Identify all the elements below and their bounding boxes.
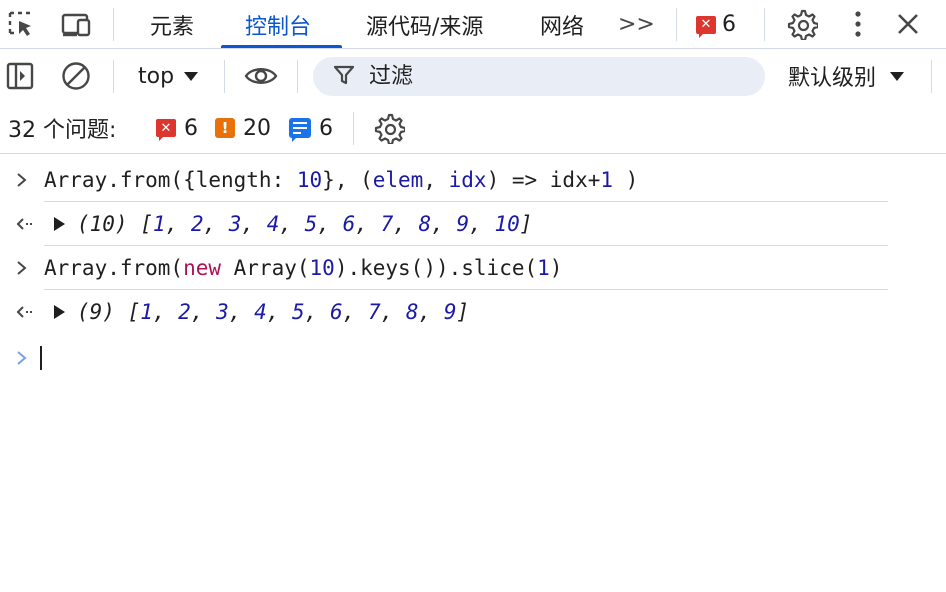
expand-triangle-icon[interactable] [54,217,65,231]
issues-bar: 32 个问题: ✕ 6 ! 20 6 [0,102,946,154]
console-result-row: (9) [1, 2, 3, 4, 5, 6, 7, 8, 9] [0,290,946,334]
error-count: 6 [722,12,736,37]
log-levels-label: 默认级别 [788,66,877,91]
result-return-arrow-icon [16,290,36,334]
filter-box[interactable] [313,57,765,96]
tab-sources[interactable]: 源代码/来源 [366,0,483,49]
issues-warnings-button[interactable]: ! 20 [215,102,271,154]
console-prompt[interactable] [0,334,946,382]
toolbar-separator [297,60,298,93]
error-icon: ✕ [156,119,176,141]
issues-errors-count: 6 [184,115,198,141]
toolbar-separator [224,60,225,93]
console-input-row: Array.from(new Array(10).keys()).slice(1… [0,246,946,290]
filter-funnel-icon [333,64,355,90]
issues-warnings-count: 20 [243,115,271,141]
prompt-chevron-icon [16,334,36,382]
toolbar-separator [931,60,932,93]
settings-gear-icon[interactable] [784,6,820,42]
tabbar-separator [113,8,114,41]
device-toolbar-icon[interactable] [58,6,94,42]
tab-elements[interactable]: 元素 [150,0,194,49]
more-options-icon[interactable] [840,6,876,42]
issues-count-label: 32 个问题: [8,118,117,143]
log-levels-dropdown[interactable]: 默认级别 [788,50,905,102]
warning-icon: ! [215,118,235,138]
issues-errors-button[interactable]: ✕ 6 [156,102,198,154]
console-result-text: (9) [1, 2, 3, 4, 5, 6, 7, 8, 9] [77,300,470,324]
console-input-code[interactable]: Array.from({length: 10}, (elem, idx) => … [44,168,638,192]
console-result-text: (10) [1, 2, 3, 4, 5, 6, 7, 8, 9, 10] [77,212,533,236]
chevron-down-icon [184,71,199,81]
tabbar-separator [676,8,677,41]
issues-info-button[interactable]: 6 [289,102,333,154]
active-tab-indicator [221,45,342,48]
tab-console[interactable]: 控制台 [245,0,311,49]
live-expression-eye-icon[interactable] [243,58,279,94]
console-toolbar: top 默认级别 [0,50,946,102]
console-result-array[interactable]: (10) [1, 2, 3, 4, 5, 6, 7, 8, 9, 10] [54,212,532,236]
console-input-row: Array.from({length: 10}, (elem, idx) => … [0,158,946,202]
text-cursor [40,346,42,370]
expand-triangle-icon[interactable] [54,305,65,319]
tabbar-separator [764,8,765,41]
close-icon[interactable] [890,6,926,42]
console-result-row: (10) [1, 2, 3, 4, 5, 6, 7, 8, 9, 10] [0,202,946,246]
result-return-arrow-icon [16,202,36,246]
error-count-badge[interactable]: ✕ 6 [696,0,736,49]
console-result-array[interactable]: (9) [1, 2, 3, 4, 5, 6, 7, 8, 9] [54,300,469,324]
input-chevron-icon [16,158,36,202]
tab-network[interactable]: 网络 [540,0,584,49]
more-tabs-button[interactable]: >> [618,0,655,49]
sidebar-toggle-icon[interactable] [2,58,38,94]
input-chevron-icon [16,246,36,290]
clear-console-icon[interactable] [58,58,94,94]
error-icon: ✕ [696,15,716,38]
context-label: top [138,63,175,89]
info-message-icon [289,118,311,142]
issues-separator [353,112,354,145]
chevron-down-icon [890,71,905,81]
issues-settings-gear-icon[interactable] [371,110,407,146]
context-selector[interactable]: top [138,50,199,102]
issues-info-count: 6 [319,115,333,141]
console-messages: Array.from({length: 10}, (elem, idx) => … [0,158,946,382]
filter-input[interactable] [369,64,729,89]
toolbar-separator [113,60,114,93]
inspect-element-icon[interactable] [3,6,39,42]
devtools-tabbar: 元素 控制台 源代码/来源 网络 >> ✕ 6 [0,0,946,49]
console-input-code[interactable]: Array.from(new Array(10).keys()).slice(1… [44,256,562,280]
